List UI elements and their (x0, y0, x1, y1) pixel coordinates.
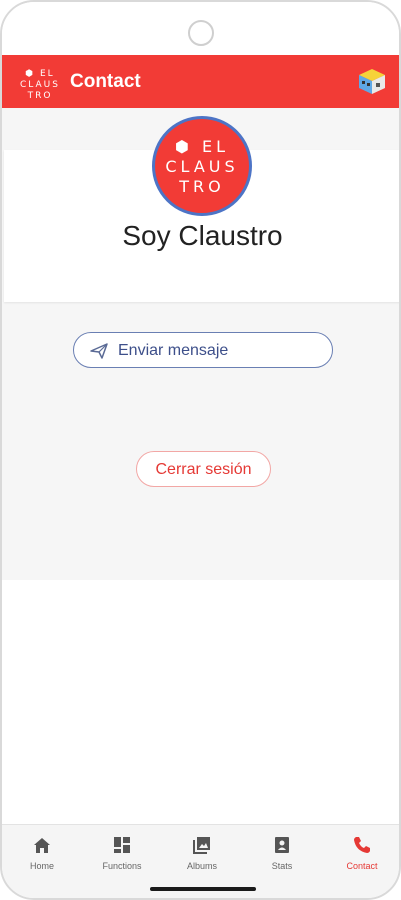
app-logo: ⬢ EL CLAUS TRO (18, 63, 62, 103)
profile-name: Soy Claustro (122, 220, 283, 251)
front-camera (188, 20, 214, 46)
send-message-button[interactable]: Enviar mensaje (73, 332, 333, 368)
nav-label-contact: Contact (346, 861, 378, 871)
nav-item-albums[interactable]: Albums (162, 835, 242, 875)
avatar: ⬢ EL CLAUS TRO (152, 116, 252, 216)
app-logo-line1: ⬢ EL (25, 69, 55, 79)
avatar-line1: ⬢ EL (174, 137, 230, 156)
app-logo-line3: TRO (27, 91, 53, 101)
nav-label-stats: Stats (271, 861, 293, 871)
stats-icon (275, 837, 289, 853)
home-icon (34, 838, 50, 853)
nav-item-stats[interactable]: Stats (242, 835, 322, 875)
page-title: Contact (70, 71, 141, 92)
avatar-line2: CLAUS (165, 157, 239, 176)
app-bar: ⬢ EL CLAUS TRO Contact (2, 55, 399, 108)
phone-frame: ⬢ EL CLAUS TRO Contact ⬢ EL CLAUS TRO So… (0, 0, 401, 900)
app-logo-line2: CLAUS (20, 80, 60, 90)
logout-button[interactable]: Cerrar sesión (136, 451, 271, 487)
send-icon (90, 343, 108, 359)
status-bar (2, 2, 399, 54)
nav-label-functions: Functions (102, 861, 142, 871)
phone-icon (354, 837, 370, 853)
cube-app-icon[interactable] (357, 67, 387, 95)
nav-label-albums: Albums (186, 861, 217, 871)
logout-label: Cerrar sesión (155, 461, 252, 478)
nav-item-home[interactable]: Home (2, 835, 82, 875)
photo-library-icon (193, 837, 210, 854)
avatar-line3: TRO (179, 177, 225, 196)
nav-label-home: Home (29, 861, 54, 871)
nav-item-contact[interactable]: Contact (322, 835, 399, 875)
nav-item-functions[interactable]: Functions (82, 835, 162, 875)
dashboard-icon (114, 837, 130, 853)
send-message-label: Enviar mensaje (118, 342, 229, 359)
home-indicator (150, 887, 256, 891)
